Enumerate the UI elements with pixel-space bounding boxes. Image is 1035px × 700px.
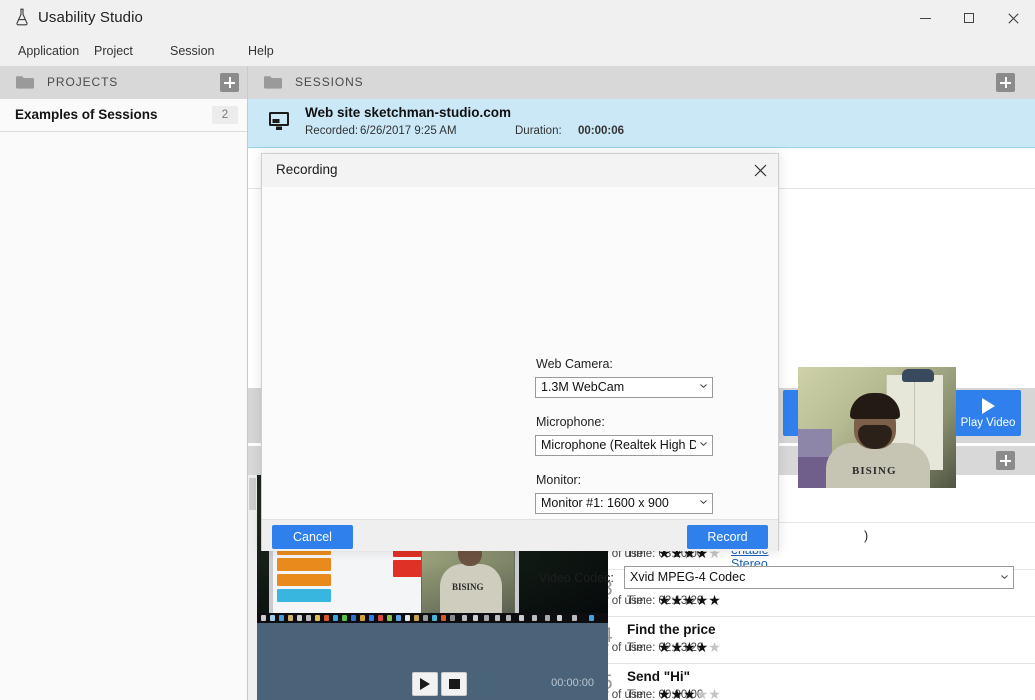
preview-bag <box>902 369 934 382</box>
shirt-text: BISING <box>452 582 484 592</box>
web-camera-select[interactable]: 1.3M WebCam <box>535 377 713 398</box>
maximize-icon <box>964 13 974 23</box>
video-desktop-taskbar <box>257 613 608 623</box>
dialog-title-bar: Recording <box>262 154 778 188</box>
window-controls <box>903 0 1035 36</box>
dialog-footer: Cancel Record <box>262 519 778 551</box>
project-session-count: 2 <box>212 106 238 124</box>
folder-icon <box>264 76 282 89</box>
add-project-button[interactable] <box>220 73 239 92</box>
web-camera-value: 1.3M WebCam <box>541 380 625 394</box>
video-codec-select[interactable]: Xvid MPEG-4 Codec <box>624 566 1014 589</box>
task-name: Send "Hi" <box>627 669 691 684</box>
add-task-button[interactable] <box>996 451 1015 470</box>
preview-shirt-text: BISING <box>852 465 897 477</box>
link-paren-close: ) <box>864 529 869 543</box>
task-rating-stars: ★★★★★ <box>658 686 721 700</box>
play-video-button[interactable]: Play Video <box>955 390 1021 436</box>
recording-dialog: Recording Web Camera: 1.3M WebCam Microp… <box>261 153 1014 589</box>
dialog-record-button[interactable]: Record <box>687 525 768 549</box>
project-name: Examples of Sessions <box>15 107 158 122</box>
add-session-button[interactable] <box>996 73 1015 92</box>
microphone-select[interactable]: Microphone (Realtek High D <box>535 435 713 456</box>
close-icon <box>1007 12 1019 24</box>
menu-application[interactable]: Application <box>14 41 83 61</box>
project-list-item[interactable]: Examples of Sessions 2 <box>0 99 247 132</box>
session-row[interactable]: Web site sketchman-studio.com Recorded: … <box>248 99 1035 148</box>
play-triangle-icon <box>420 678 430 690</box>
session-recorded-label: Recorded: <box>305 125 359 137</box>
session-title: Web site sketchman-studio.com <box>305 105 512 120</box>
flask-icon <box>14 8 30 26</box>
dialog-close-button[interactable] <box>746 157 774 183</box>
plus-icon-horizontal <box>1000 81 1011 84</box>
session-duration-value: 00:00:06 <box>578 125 625 137</box>
stop-button[interactable] <box>441 672 467 696</box>
projects-header-label: PROJECTS <box>47 75 119 89</box>
close-button[interactable] <box>991 0 1035 36</box>
folder-icon <box>16 76 34 89</box>
play-video-button-label: Play Video <box>960 416 1016 429</box>
monitor-label: Monitor: <box>536 473 582 487</box>
monitor-icon <box>269 112 289 130</box>
app-identity: Usability Studio <box>14 8 143 26</box>
chevron-down-icon <box>700 442 707 446</box>
plus-icon-horizontal <box>1000 459 1011 462</box>
task-name: Find the price <box>627 622 716 637</box>
play-triangle-icon <box>981 397 995 414</box>
stop-square-icon <box>448 679 460 689</box>
session-recorded-value: 6/26/2017 9:25 AM <box>360 125 457 137</box>
title-bar: Usability Studio <box>0 0 1035 36</box>
video-timestamp: 00:00:00 <box>551 677 594 689</box>
video-codec-value: Xvid MPEG-4 Codec <box>630 570 746 584</box>
chevron-down-icon <box>700 384 707 388</box>
projects-header: PROJECTS <box>0 66 247 100</box>
microphone-label: Microphone: <box>536 415 605 429</box>
chevron-down-icon <box>700 500 707 504</box>
menu-bar: Application Project Session Help <box>0 36 1035 66</box>
task-rating-stars: ★★★★★ <box>658 639 721 655</box>
close-icon <box>754 164 766 176</box>
dialog-cancel-button[interactable]: Cancel <box>272 525 353 549</box>
session-duration-label: Duration: <box>515 125 562 137</box>
maximize-button[interactable] <box>947 0 991 36</box>
minimize-icon <box>919 17 931 19</box>
scrollbar-thumb[interactable] <box>249 478 256 510</box>
monitor-value: Monitor #1: 1600 x 900 <box>541 496 669 510</box>
minimize-button[interactable] <box>903 0 947 36</box>
task-rating-stars: ★★★★★ <box>658 592 721 608</box>
app-title: Usability Studio <box>38 8 143 26</box>
microphone-value: Microphone (Realtek High D <box>541 438 696 452</box>
chevron-down-icon <box>1001 575 1008 579</box>
projects-pane: PROJECTS Examples of Sessions 2 <box>0 66 248 700</box>
monitor-select[interactable]: Monitor #1: 1600 x 900 <box>535 493 713 514</box>
menu-session[interactable]: Session <box>166 41 218 61</box>
web-camera-label: Web Camera: <box>536 357 613 371</box>
dialog-title: Recording <box>276 162 338 177</box>
preview-bed-upper <box>798 429 832 459</box>
video-codec-label: Video Codec: <box>539 571 614 585</box>
play-button[interactable] <box>412 672 438 696</box>
video-playback-controls: 00:00:00 <box>257 623 608 700</box>
sessions-header: SESSIONS <box>248 66 1035 100</box>
dialog-body <box>262 187 778 519</box>
menu-project[interactable]: Project <box>90 41 137 61</box>
plus-icon-horizontal <box>224 81 235 84</box>
camera-preview: BISING <box>798 367 956 488</box>
menu-help[interactable]: Help <box>244 41 278 61</box>
usability-studio-window: Usability Studio Application Project Ses… <box>0 0 1035 700</box>
sessions-header-label: SESSIONS <box>295 75 364 89</box>
